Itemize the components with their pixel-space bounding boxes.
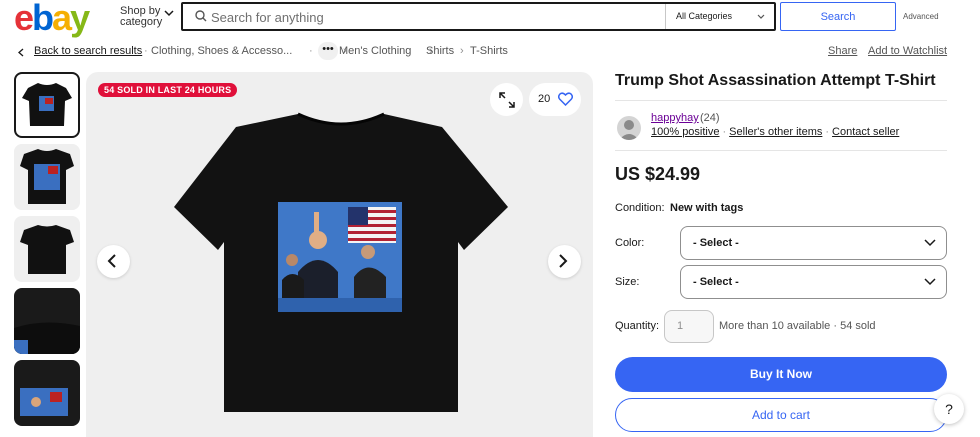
expand-icon (499, 92, 515, 108)
next-image-button[interactable] (548, 245, 581, 278)
add-to-cart-button[interactable]: Add to cart (615, 398, 947, 432)
expand-image-button[interactable] (490, 83, 523, 116)
sold-count-badge: 54 SOLD IN LAST 24 HOURS (98, 83, 238, 97)
share-link[interactable]: Share (828, 45, 857, 57)
help-button[interactable]: ? (934, 394, 964, 424)
watcher-count: 20 (538, 93, 551, 105)
product-title: Trump Shot Assassination Attempt T-Shirt (615, 72, 936, 89)
thumbnail-3[interactable] (14, 216, 80, 282)
chevron-left-icon[interactable] (18, 48, 24, 57)
category-select[interactable]: All Categories (665, 4, 775, 29)
quantity-input[interactable]: 1 (664, 310, 714, 343)
seller-other-items-link[interactable]: Seller's other items (729, 126, 822, 138)
chevron-down-icon (757, 14, 765, 19)
size-label: Size: (615, 276, 640, 288)
breadcrumb-more-button[interactable]: ••• (318, 42, 338, 60)
seller-links: 100% positive · Seller's other items · Conta… (651, 126, 900, 138)
thumbnail-1[interactable] (14, 72, 80, 138)
size-select[interactable]: - Select - (680, 265, 947, 299)
contact-seller-link[interactable]: Contact seller (832, 126, 899, 138)
shop-by-category-button[interactable]: Shop by category (120, 6, 162, 28)
previous-image-button[interactable] (97, 245, 130, 278)
tshirt-print-detail-image (14, 360, 80, 426)
global-header: ebay Shop by category All Categories Sea… (0, 0, 980, 38)
color-select[interactable]: - Select - (680, 226, 947, 260)
tshirt-folded-image (14, 288, 80, 354)
buy-it-now-button[interactable]: Buy It Now (615, 357, 947, 392)
seller-name-link[interactable]: happyhay (651, 112, 699, 124)
seller-feedback-count: (24) (700, 112, 720, 124)
quantity-label: Quantity: (615, 320, 660, 332)
divider (615, 100, 947, 101)
breadcrumb-separator: · (144, 45, 148, 57)
condition-value: New with tags (670, 202, 744, 214)
seller-positive-feedback-link[interactable]: 100% positive (651, 126, 720, 138)
search-input[interactable] (211, 8, 651, 26)
breadcrumb-separator: › (460, 45, 464, 57)
thumbnail-2[interactable] (14, 144, 80, 210)
flag-graphic (348, 207, 396, 243)
tshirt-print-closeup-image (14, 144, 80, 210)
chevron-right-icon (559, 254, 568, 268)
availability-text: More than 10 available · 54 sold (719, 320, 876, 332)
color-label: Color: (615, 237, 645, 249)
main-product-image: 54 SOLD IN LAST 24 HOURS 20 (86, 72, 593, 437)
price: US $24.99 (615, 164, 701, 184)
tshirt-front-image (22, 83, 72, 126)
search-icon (195, 10, 207, 22)
breadcrumb-item[interactable]: T-Shirts (470, 45, 508, 57)
user-icon (619, 120, 639, 140)
breadcrumb-item[interactable]: Men's Clothing (339, 45, 411, 57)
breadcrumb-item[interactable]: Shirts (426, 45, 454, 57)
advanced-search-link[interactable]: Advanced (903, 12, 939, 21)
watch-count-button[interactable]: 20 (529, 83, 581, 116)
add-to-watchlist-link[interactable]: Add to Watchlist (868, 45, 947, 57)
chevron-left-icon (107, 254, 116, 268)
search-button[interactable]: Search (780, 2, 896, 31)
tshirt-image (174, 112, 508, 412)
thumbnail-4[interactable] (14, 288, 80, 354)
condition-label: Condition: (615, 202, 665, 214)
seller-avatar[interactable] (617, 116, 641, 140)
tshirt-back-image (20, 225, 74, 274)
back-to-search-link[interactable]: Back to search results (34, 45, 142, 57)
divider (615, 150, 947, 151)
ebay-logo[interactable]: ebay (14, 0, 90, 38)
chevron-down-icon (924, 278, 936, 286)
search-bar: All Categories (181, 2, 776, 31)
breadcrumb-separator: · (309, 45, 313, 57)
chevron-down-icon (924, 239, 936, 247)
breadcrumb-item[interactable]: Clothing, Shoes & Accesso... (151, 45, 292, 57)
thumbnail-5[interactable] (14, 360, 80, 426)
chevron-down-icon (164, 10, 174, 17)
heart-icon (558, 92, 573, 106)
